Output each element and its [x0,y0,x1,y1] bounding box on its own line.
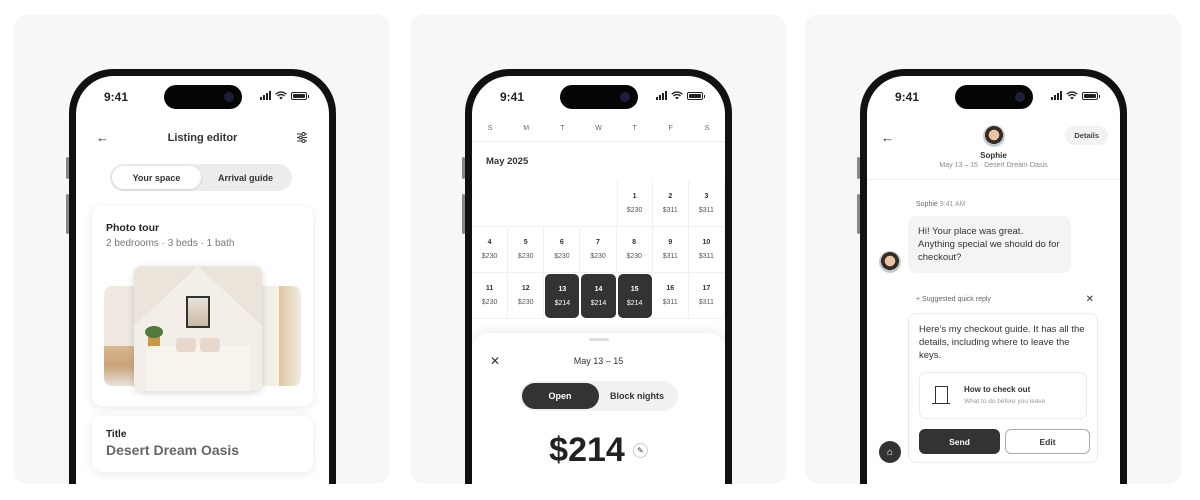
status-time: 9:41 [895,90,920,104]
weekday-label: S [487,125,493,132]
bathroom-photo [257,286,301,386]
cellular-signal-icon [656,91,667,100]
battery-icon [1082,91,1100,100]
checkout-guide-card[interactable]: How to check out What to do before you l… [919,372,1087,419]
dynamic-island [163,85,242,109]
phone-frame: 9:41 ← Sophie May 13 – 15 · Desert Dream… [857,69,1127,484]
phone-screen: 9:41 ← Listing editor Your space Arrival… [76,76,329,484]
title-label: Title [106,429,127,440]
pencil-edit-icon[interactable]: ✎ [632,443,648,458]
nav-bar: ← Listing editor [76,128,329,152]
weekday-label: W [595,125,602,132]
wifi-icon [275,91,287,100]
panel-messages: 9:41 ← Sophie May 13 – 15 · Desert Dream… [805,14,1181,484]
calendar-day[interactable]: 16 $311 [652,273,689,319]
guest-avatar[interactable] [982,125,1005,147]
bedroom-photo [134,266,262,391]
weekday-label: S [704,125,710,132]
nightly-price: $214 [549,431,625,469]
guide-subtitle: What to do before you leave [964,398,1046,405]
sheet-title: May 13 – 15 [573,356,624,366]
trip-info: May 13 – 15 · Desert Dream Oasis [939,162,1048,169]
guide-title: How to check out [964,385,1031,394]
suggested-reply-card: Here's my checkout guide. It has all the… [908,313,1098,463]
phone-frame: 9:41 ← Listing editor Your space Arrival… [66,69,336,484]
filter-sliders-icon[interactable] [297,132,307,143]
dynamic-island [954,85,1033,109]
edit-button[interactable]: Edit [1005,429,1090,454]
suggested-reply-text: Here's my checkout guide. It has all the… [919,324,1085,361]
calendar-day-selected[interactable]: 14 $214 [581,274,616,318]
phone-frame: 9:41 S M T W T F S May 2025 1 $230 2 $31… [462,69,732,484]
wifi-icon [671,91,683,100]
close-icon[interactable]: ✕ [1086,294,1094,305]
calendar-day-selected[interactable]: 13 $214 [545,274,580,318]
message-time: 9:41 AM [939,201,966,208]
door-icon [932,386,950,404]
battery-icon [291,91,309,100]
open-option[interactable]: Open [521,383,599,409]
status-bar: 9:41 [867,76,1120,116]
title-value: Desert Dream Oasis [106,442,240,458]
page-title: Listing editor [167,132,238,144]
status-bar: 9:41 [472,76,725,116]
weekday-label: T [632,125,637,132]
cellular-signal-icon [260,91,271,100]
guest-name: Sophie [980,151,1007,160]
back-arrow-icon[interactable]: ← [881,130,894,145]
dynamic-island [559,85,638,109]
suggested-reply-header: + Suggested quick reply ✕ [916,294,1094,305]
wifi-icon [1066,91,1078,100]
sheet-grabber[interactable] [588,338,609,341]
listing-tabs: Your space Arrival guide [110,164,292,191]
calendar-day[interactable]: 17 $311 [688,273,725,319]
availability-toggle: Open Block nights [519,381,678,411]
panel-listing-editor: 9:41 ← Listing editor Your space Arrival… [14,14,390,484]
weekday-header: S M T W T F S [472,122,725,142]
battery-icon [687,91,705,100]
calendar-grid: 1 $230 2 $311 3 $311 4 $230 5 $230 6 $230 7 $23… [472,181,725,319]
host-logo-icon: ⌂ [879,441,901,463]
guest-message-bubble: Hi! Your place was great. Anything speci… [908,216,1071,273]
panel-calendar: 9:41 S M T W T F S May 2025 1 $230 2 $31… [410,14,786,484]
tab-your-space[interactable]: Your space [112,166,201,189]
message-meta: Sophie 9:41 AM [916,201,965,208]
calendar-day[interactable]: 10 $311 [688,227,725,273]
guest-message-avatar [879,251,901,273]
send-button[interactable]: Send [919,429,1000,454]
cellular-signal-icon [1051,91,1062,100]
phone-screen: 9:41 ← Sophie May 13 – 15 · Desert Dream… [867,76,1120,484]
details-button[interactable]: Details [1065,126,1108,145]
calendar-day[interactable]: 12 $230 [508,273,545,319]
calendar-day[interactable]: 3 $311 [688,181,725,227]
calendar-day[interactable]: 8 $230 [616,227,653,273]
weekday-label: T [560,125,565,132]
calendar-day[interactable]: 11 $230 [472,273,509,319]
title-field-card[interactable]: Title Desert Dream Oasis [92,416,313,472]
status-bar: 9:41 [76,76,329,116]
weekday-label: M [523,125,530,132]
status-time: 9:41 [104,90,129,104]
photo-tour-card[interactable]: Photo tour 2 bedrooms · 3 beds · 1 bath [92,206,313,406]
date-range-sheet: ✕ May 13 – 15 Open Block nights $214 ✎ [472,333,725,484]
calendar-day[interactable]: 9 $311 [652,227,689,273]
suggested-reply-label: + Suggested quick reply [916,296,991,303]
weekday-label: F [668,125,673,132]
calendar-day[interactable]: 6 $230 [544,227,581,273]
month-label: May 2025 [486,156,529,167]
calendar-day[interactable]: 1 $230 [616,181,653,227]
calendar-day[interactable]: 2 $311 [652,181,689,227]
status-time: 9:41 [500,90,525,104]
message-sender: Sophie [916,201,938,208]
photo-tour-title: Photo tour [106,222,160,234]
calendar-day-selected[interactable]: 15 $214 [617,274,652,318]
calendar-day[interactable]: 4 $230 [472,227,509,273]
block-nights-option[interactable]: Block nights [599,383,676,409]
phone-screen: 9:41 S M T W T F S May 2025 1 $230 2 $31… [472,76,725,484]
tab-arrival-guide[interactable]: Arrival guide [201,166,290,189]
chat-header: ← Sophie May 13 – 15 · Desert Dream Oasi… [867,122,1120,180]
calendar-day[interactable]: 7 $230 [580,227,617,273]
calendar-day[interactable]: 5 $230 [508,227,545,273]
photo-tour-subtitle: 2 bedrooms · 3 beds · 1 bath [106,238,235,249]
